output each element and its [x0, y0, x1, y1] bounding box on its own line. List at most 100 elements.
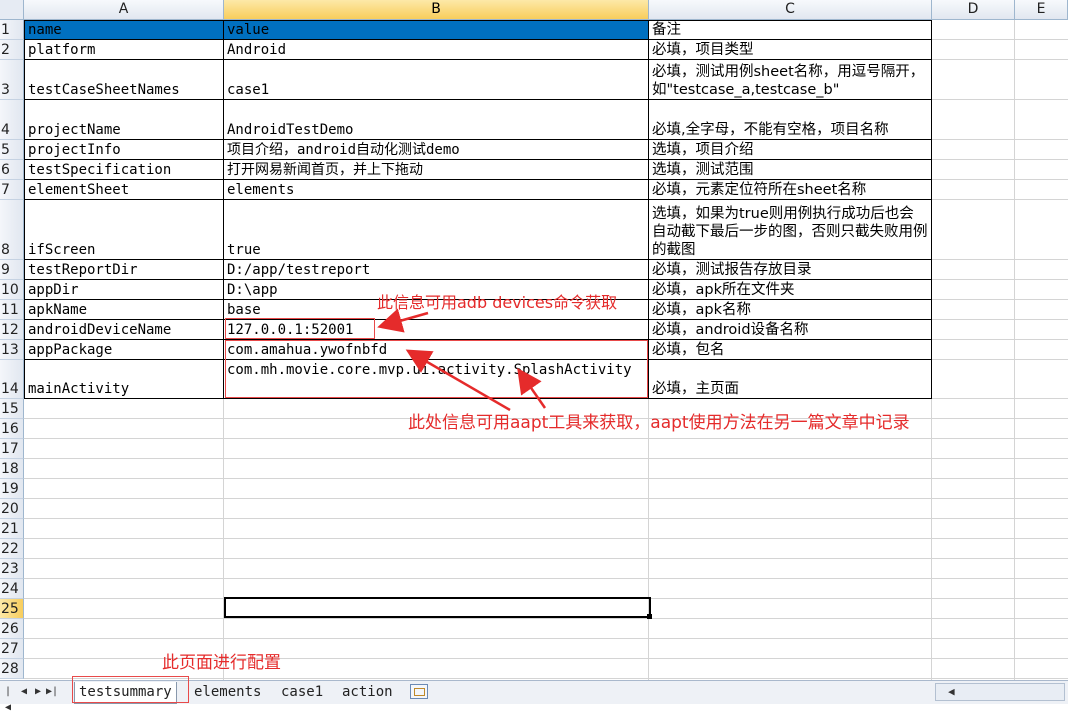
- gridline: [1014, 399, 1015, 680]
- row-header[interactable]: 6: [0, 160, 24, 180]
- cell-a8[interactable]: ifScreen: [24, 200, 224, 260]
- row-header[interactable]: 24: [0, 579, 24, 599]
- cell-b3[interactable]: case1: [224, 60, 649, 100]
- scroll-left-icon[interactable]: ◀: [948, 685, 955, 698]
- cell-a2[interactable]: platform: [24, 40, 224, 60]
- cell-a11[interactable]: apkName: [24, 300, 224, 320]
- row-header[interactable]: 17: [0, 439, 24, 459]
- prev-sheet-icon[interactable]: ◀: [18, 684, 30, 700]
- cell-a7[interactable]: elementSheet: [24, 180, 224, 200]
- first-sheet-icon[interactable]: |◀: [2, 684, 14, 713]
- cell-c2[interactable]: 必填，项目类型: [649, 40, 932, 60]
- row-header[interactable]: 11: [0, 300, 24, 320]
- cell-c1[interactable]: 备注: [649, 20, 932, 40]
- row-header[interactable]: 9: [0, 260, 24, 280]
- cell-c3[interactable]: 必填，测试用例sheet名称，用逗号隔开，如"testcase_a,testca…: [649, 60, 932, 100]
- cell-a6[interactable]: testSpecification: [24, 160, 224, 180]
- row-header[interactable]: 14: [0, 360, 24, 399]
- row-header[interactable]: 16: [0, 419, 24, 439]
- horizontal-scrollbar[interactable]: ◀: [935, 683, 1065, 701]
- sheet-tab-action[interactable]: action: [338, 682, 397, 703]
- gridline: [24, 638, 1068, 639]
- row-header[interactable]: 5: [0, 140, 24, 160]
- row-header[interactable]: 13: [0, 340, 24, 360]
- cell-b1[interactable]: value: [224, 20, 649, 40]
- cell-a4[interactable]: projectName: [24, 100, 224, 140]
- row-header[interactable]: 2: [0, 40, 24, 60]
- cell-a1[interactable]: name: [24, 20, 224, 40]
- cell-c5[interactable]: 选填，项目介绍: [649, 140, 932, 160]
- cell-a5[interactable]: projectInfo: [24, 140, 224, 160]
- cell-b5[interactable]: 项目介绍，android自动化测试demo: [224, 140, 649, 160]
- cell-c12[interactable]: 必填，android设备名称: [649, 320, 932, 340]
- cell-c7[interactable]: 必填，元素定位符所在sheet名称: [649, 180, 932, 200]
- sheet-tab-bar: |◀ ◀ ▶ ▶| testsummary elements case1 act…: [0, 676, 1068, 713]
- row-header[interactable]: 19: [0, 479, 24, 499]
- row-header[interactable]: 4: [0, 100, 24, 140]
- gridline: [24, 458, 1068, 459]
- gridline: [24, 618, 1068, 619]
- selected-cell-b25[interactable]: [224, 597, 651, 618]
- annotation-adb: 此信息可用adb devices命令获取: [377, 293, 618, 312]
- column-header-c[interactable]: C: [649, 0, 932, 20]
- cell-a14[interactable]: mainActivity: [24, 360, 224, 399]
- cell-a9[interactable]: testReportDir: [24, 260, 224, 280]
- row-header[interactable]: 12: [0, 320, 24, 340]
- sheet-tab-case1[interactable]: case1: [277, 682, 327, 703]
- insert-sheet-icon[interactable]: [410, 684, 428, 699]
- gridline: [932, 339, 1068, 340]
- row-header[interactable]: 18: [0, 459, 24, 479]
- column-header-d[interactable]: D: [932, 0, 1015, 20]
- cell-b9[interactable]: D:/app/testreport: [224, 260, 649, 280]
- row-header[interactable]: 8: [0, 200, 24, 260]
- cell-b4[interactable]: AndroidTestDemo: [224, 100, 649, 140]
- cell-b2[interactable]: Android: [224, 40, 649, 60]
- row-header[interactable]: 7: [0, 180, 24, 200]
- cell-a3[interactable]: testCaseSheetNames: [24, 60, 224, 100]
- fill-handle[interactable]: [647, 614, 652, 619]
- cell-c10[interactable]: 必填，apk所在文件夹: [649, 280, 932, 300]
- last-sheet-icon[interactable]: ▶|: [46, 684, 58, 700]
- cell-c8[interactable]: 选填，如果为true则用例执行成功后也会自动截下最后一步的图，否则只截失败用例的…: [649, 200, 932, 260]
- row-header[interactable]: 26: [0, 619, 24, 639]
- cell-a12[interactable]: androidDeviceName: [24, 320, 224, 340]
- cell-b8[interactable]: true: [224, 200, 649, 260]
- cell-c11[interactable]: 必填，apk名称: [649, 300, 932, 320]
- gridline: [932, 319, 1068, 320]
- row-header[interactable]: 21: [0, 519, 24, 539]
- select-all-corner[interactable]: [0, 0, 24, 20]
- row-header[interactable]: 27: [0, 639, 24, 659]
- column-header-b[interactable]: B: [224, 0, 649, 20]
- sheet-tab-elements[interactable]: elements: [190, 682, 265, 703]
- next-sheet-icon[interactable]: ▶: [32, 684, 44, 700]
- row-header[interactable]: 15: [0, 399, 24, 419]
- row-header[interactable]: 28: [0, 659, 24, 679]
- cell-c4[interactable]: 必填,全字母，不能有空格，项目名称: [649, 100, 932, 140]
- cell-b7[interactable]: elements: [224, 180, 649, 200]
- row-header[interactable]: 22: [0, 539, 24, 559]
- cell-b6[interactable]: 打开网易新闻首页，并上下拖动: [224, 160, 649, 180]
- gridline: [932, 39, 1068, 40]
- column-header-a[interactable]: A: [24, 0, 224, 20]
- row-header[interactable]: 23: [0, 559, 24, 579]
- column-header-e[interactable]: E: [1015, 0, 1068, 20]
- cell-c13[interactable]: 必填，包名: [649, 340, 932, 360]
- cell-a13[interactable]: appPackage: [24, 340, 224, 360]
- gridline: [648, 399, 649, 680]
- gridline: [932, 139, 1068, 140]
- cell-c9[interactable]: 必填，测试报告存放目录: [649, 260, 932, 280]
- row-header[interactable]: 10: [0, 280, 24, 300]
- package-activity-highlight: [225, 340, 648, 398]
- gridline: [932, 179, 1068, 180]
- annotation-config: 此页面进行配置: [162, 653, 281, 673]
- cell-c6[interactable]: 选填，测试范围: [649, 160, 932, 180]
- row-header[interactable]: 1: [0, 20, 24, 40]
- cell-c14[interactable]: 必填，主页面: [649, 360, 932, 399]
- gridline: [24, 518, 1068, 519]
- row-header[interactable]: 25: [0, 599, 24, 619]
- spreadsheet-grid[interactable]: ABCDE 1 2 3 4 5 6 7 8 9 10 11 12 13 14 15 16 17 18 19 20 21 2…: [0, 0, 1068, 680]
- gridline: [24, 438, 1068, 439]
- row-header[interactable]: 20: [0, 499, 24, 519]
- row-header[interactable]: 3: [0, 60, 24, 100]
- cell-a10[interactable]: appDir: [24, 280, 224, 300]
